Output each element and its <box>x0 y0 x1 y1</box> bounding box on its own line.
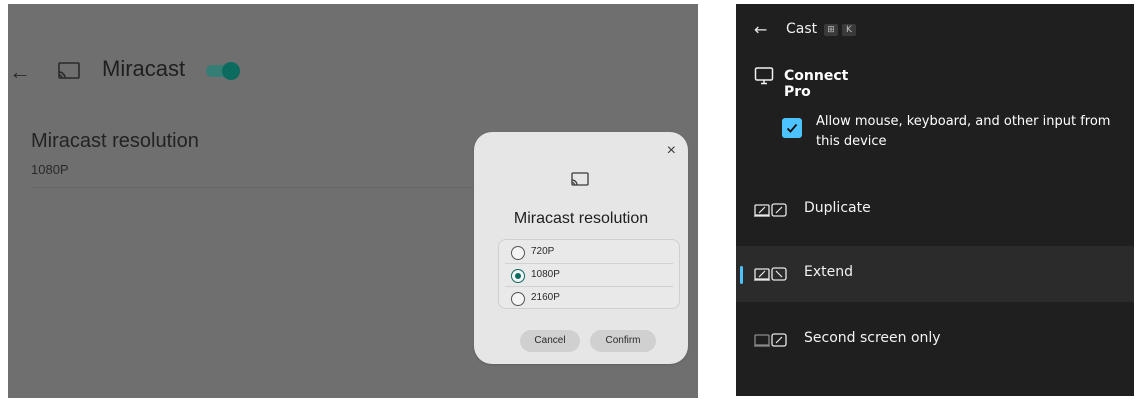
option-label: 720P <box>531 246 555 257</box>
allow-input-checkbox[interactable]: Allow mouse, keyboard, and other input f… <box>782 112 1122 152</box>
resolution-dialog: × Miracast resolution 720P 1080P 2160P C… <box>474 132 688 364</box>
device-name: Connect Pro <box>784 68 849 100</box>
divider <box>31 187 491 188</box>
mode-label: Second screen only <box>804 330 941 346</box>
option-divider <box>505 263 673 264</box>
android-settings-panel: ← Miracast Miracast resolution 1080P × M… <box>8 4 698 398</box>
toggle-thumb <box>222 62 240 80</box>
checkbox-box[interactable] <box>782 118 802 138</box>
dialog-title: Miracast resolution <box>513 210 649 227</box>
page-title: Miracast <box>102 56 186 81</box>
mode-duplicate[interactable]: Duplicate <box>736 182 1134 238</box>
radio-button[interactable] <box>511 246 525 260</box>
mode-label: Duplicate <box>804 200 871 216</box>
selected-indicator <box>740 266 743 284</box>
option-1080p[interactable]: 1080P <box>505 265 673 285</box>
resolution-options: 720P 1080P 2160P <box>498 239 680 309</box>
back-arrow-icon[interactable]: ← <box>754 20 767 39</box>
mode-label: Extend <box>804 264 853 280</box>
cast-icon <box>571 172 589 186</box>
duplicate-mode-icon <box>754 203 787 217</box>
mode-extend[interactable]: Extend <box>736 246 1134 302</box>
setting-title[interactable]: Miracast resolution <box>31 130 199 153</box>
monitor-icon <box>754 67 774 85</box>
miracast-toggle[interactable] <box>206 62 240 80</box>
extend-mode-icon <box>754 267 787 281</box>
cancel-button[interactable]: Cancel <box>520 330 580 352</box>
option-2160p[interactable]: 2160P <box>505 288 673 308</box>
close-icon[interactable]: × <box>667 142 676 160</box>
option-720p[interactable]: 720P <box>505 242 673 262</box>
cast-icon <box>58 62 80 79</box>
radio-button[interactable] <box>511 292 525 306</box>
panel-title: Cast <box>786 21 818 37</box>
checkbox-label: Allow mouse, keyboard, and other input f… <box>816 114 1111 149</box>
k-key-icon: K <box>842 24 856 36</box>
checkmark-icon <box>786 123 798 133</box>
windows-key-icon: ⊞ <box>824 24 838 36</box>
setting-value: 1080P <box>31 162 69 177</box>
settings-header: ← Miracast <box>8 52 698 92</box>
confirm-button[interactable]: Confirm <box>590 330 656 352</box>
option-label: 1080P <box>531 269 560 280</box>
second-screen-mode-icon <box>754 333 787 347</box>
option-divider <box>505 286 673 287</box>
option-label: 2160P <box>531 292 560 303</box>
radio-button[interactable] <box>511 269 525 283</box>
mode-second-screen-only[interactable]: Second screen only <box>736 312 1134 368</box>
windows-cast-panel: ← Cast ⊞ K Connect Pro Allow mouse, keyb… <box>736 4 1134 396</box>
back-arrow-icon[interactable]: ← <box>8 60 32 84</box>
